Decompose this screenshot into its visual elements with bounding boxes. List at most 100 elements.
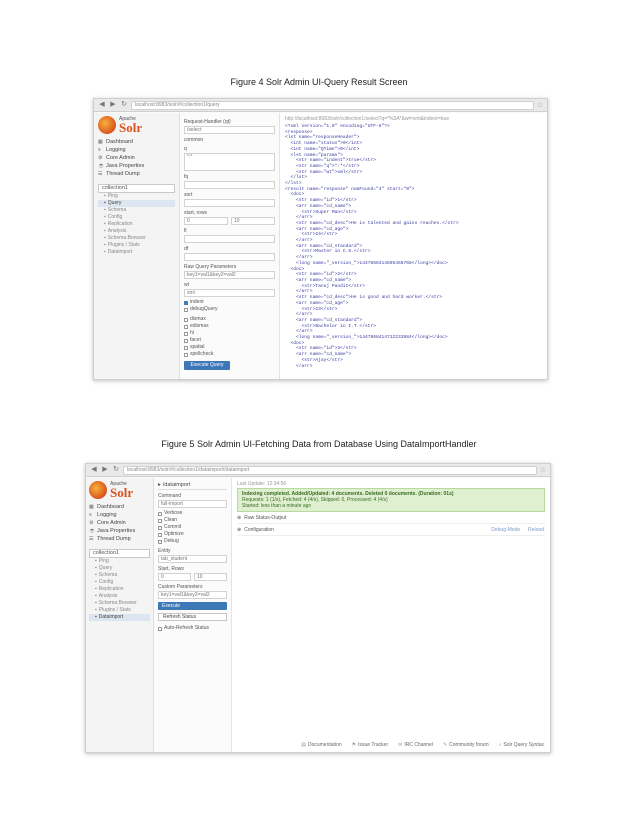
raw-params-input[interactable]: key1=val1&key2=val2	[184, 271, 275, 279]
checkbox[interactable]	[184, 307, 188, 312]
sidebar-item-logging[interactable]: ≡ Logging	[89, 511, 150, 519]
footer-link-solr-query-syntax[interactable]: ⌕ Solr Query Syntax	[499, 742, 544, 748]
result-request-url[interactable]: http://localhost:8983/solr/collection1/s…	[285, 116, 542, 122]
sidebar-item-java-properties[interactable]: ☕ Java Properties	[98, 162, 175, 170]
sidebar-item-thread-dump[interactable]: ☰ Thread Dump	[89, 535, 150, 543]
option-debug[interactable]: Debug	[158, 538, 227, 545]
sidebar-item-core-admin[interactable]: ⚙ Core Admin	[98, 154, 175, 162]
core-menu-item-query[interactable]: ▪ Query	[89, 565, 150, 572]
checkbox[interactable]	[184, 324, 188, 329]
core-selector[interactable]: collection1	[89, 549, 150, 558]
checkbox[interactable]	[184, 300, 188, 305]
checkbox[interactable]	[158, 539, 162, 544]
execute-button[interactable]: Execute	[158, 602, 227, 610]
fl-input[interactable]	[184, 235, 275, 243]
option-dismax[interactable]: dismax	[184, 316, 275, 323]
configuration-toggle[interactable]: ⊕ Configuration Debug-Mode Reload	[237, 524, 545, 536]
back-icon[interactable]: ◀	[90, 466, 98, 474]
address-bar[interactable]: localhost:8983/solr/#/collection1/query	[131, 100, 534, 110]
sidebar-item-core-admin[interactable]: ⚙ Core Admin	[89, 519, 150, 527]
core-menu-item-plugins-stats[interactable]: ▪ Plugins / Stats	[89, 607, 150, 614]
core-menu-item-analysis[interactable]: ▪ Analysis	[98, 228, 175, 235]
option-spellcheck[interactable]: spellcheck	[184, 351, 275, 358]
core-menu-item-plugins-stats[interactable]: ▪ Plugins / Stats	[98, 242, 175, 249]
checkbox[interactable]	[158, 525, 162, 530]
core-menu-item-ping[interactable]: ▪ Ping	[89, 558, 150, 565]
forward-icon[interactable]: ▶	[109, 101, 117, 109]
checkbox[interactable]	[158, 518, 162, 523]
checkbox[interactable]	[158, 626, 162, 631]
q-input[interactable]: *:*	[184, 153, 275, 171]
core-menu-item-schema[interactable]: ▪ Schema	[89, 572, 150, 579]
checkbox[interactable]	[184, 352, 188, 357]
option-commit[interactable]: Commit	[158, 524, 227, 531]
core-menu-item-dataimport[interactable]: ▪ Dataimport	[98, 249, 175, 256]
footer-link-community-forum[interactable]: ✎ Community forum	[443, 742, 489, 748]
reload-icon[interactable]: ↻	[112, 466, 120, 474]
option-hl[interactable]: hl	[184, 330, 275, 337]
core-menu-item-schema[interactable]: ▪ Schema	[98, 207, 175, 214]
df-input[interactable]	[184, 253, 275, 261]
core-menu-item-replication[interactable]: ▪ Replication	[98, 221, 175, 228]
start-input[interactable]: 0	[184, 217, 228, 225]
sort-input[interactable]	[184, 199, 275, 207]
option-indent[interactable]: indent	[184, 299, 275, 306]
footer-link-documentation[interactable]: ▤ Documentation	[301, 742, 341, 748]
checkbox[interactable]	[184, 345, 188, 350]
core-menu-item-schema-browser[interactable]: ▪ Schema Browser	[89, 600, 150, 607]
checkbox[interactable]	[184, 338, 188, 343]
start-input[interactable]: 0	[158, 573, 191, 581]
reload-link[interactable]: Reload	[528, 524, 544, 536]
auto-refresh-toggle[interactable]: Auto-Refresh Status	[158, 625, 227, 632]
custom-params-input[interactable]: key1=val1&key2=val2	[158, 591, 227, 599]
back-icon[interactable]: ◀	[98, 101, 106, 109]
checkbox[interactable]	[184, 317, 188, 322]
core-menu-item-dataimport[interactable]: ▪ Dataimport	[89, 614, 150, 621]
command-select[interactable]: full-import	[158, 500, 227, 508]
sidebar-item-dashboard[interactable]: ▦ Dashboard	[89, 503, 150, 511]
address-bar[interactable]: localhost:8983/solr/#/collection1/dataim…	[123, 465, 537, 475]
core-menu-item-config[interactable]: ▪ Config	[89, 579, 150, 586]
bookmark-star-icon[interactable]: ☆	[537, 101, 543, 109]
execute-query-button[interactable]: Execute Query	[184, 361, 230, 370]
fq-input[interactable]	[184, 181, 275, 189]
core-selector[interactable]: collection1	[98, 184, 175, 193]
checkbox[interactable]	[158, 532, 162, 537]
option-facet[interactable]: facet	[184, 337, 275, 344]
handler-input[interactable]: /select	[184, 126, 275, 134]
option-optimize[interactable]: Optimize	[158, 531, 227, 538]
rows-input[interactable]: 10	[194, 573, 227, 581]
raw-status-toggle[interactable]: ⊕ Raw Status-Output	[237, 512, 545, 524]
wt-select[interactable]: xml	[184, 289, 275, 297]
core-menu-item-schema-browser[interactable]: ▪ Schema Browser	[98, 235, 175, 242]
checkbox[interactable]	[184, 331, 188, 336]
reload-icon[interactable]: ↻	[120, 101, 128, 109]
entity-select[interactable]: tab_student	[158, 555, 227, 563]
solr-logo[interactable]: Apache Solr	[98, 116, 175, 134]
footer-link-irc-channel[interactable]: ✉ IRC Channel	[398, 742, 433, 748]
refresh-status-button[interactable]: Refresh Status	[158, 613, 227, 621]
core-menu-item-config[interactable]: ▪ Config	[98, 214, 175, 221]
checkbox[interactable]	[158, 511, 162, 516]
sidebar-item-logging[interactable]: ≡ Logging	[98, 146, 175, 154]
forward-icon[interactable]: ▶	[101, 466, 109, 474]
sidebar-item-thread-dump[interactable]: ☰ Thread Dump	[98, 170, 175, 178]
rows-input[interactable]: 10	[231, 217, 275, 225]
core-menu-item-query[interactable]: ▪ Query	[98, 200, 175, 207]
core-menu-label: Schema	[107, 207, 127, 213]
option-debugquery[interactable]: debugQuery	[184, 306, 275, 313]
option-edismax[interactable]: edismax	[184, 323, 275, 330]
dataimport-handler-header[interactable]: ▸ /dataimport	[158, 481, 227, 490]
core-menu-item-analysis[interactable]: ▪ Analysis	[89, 593, 150, 600]
option-verbose[interactable]: Verbose	[158, 510, 227, 517]
debug-mode-link[interactable]: Debug-Mode	[491, 524, 520, 536]
option-spatial[interactable]: spatial	[184, 344, 275, 351]
footer-link-issue-tracker[interactable]: ⚑ Issue Tracker	[352, 742, 389, 748]
core-menu-item-ping[interactable]: ▪ Ping	[98, 193, 175, 200]
sidebar-item-java-properties[interactable]: ☕ Java Properties	[89, 527, 150, 535]
option-clean[interactable]: Clean	[158, 517, 227, 524]
bookmark-star-icon[interactable]: ☆	[540, 466, 546, 474]
core-menu-item-replication[interactable]: ▪ Replication	[89, 586, 150, 593]
solr-logo[interactable]: Apache Solr	[89, 481, 150, 499]
sidebar-item-dashboard[interactable]: ▦ Dashboard	[98, 138, 175, 146]
